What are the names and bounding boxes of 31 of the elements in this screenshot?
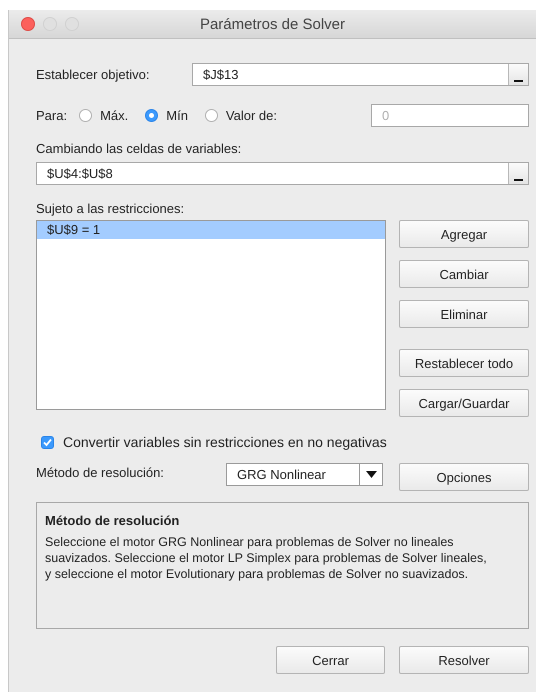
checkbox[interactable]: [41, 436, 54, 448]
radio-option[interactable]: Mín: [145, 108, 188, 123]
constraint-button[interactable]: Eliminar: [399, 300, 529, 328]
constraint-item[interactable]: $U$9 = 1: [37, 221, 385, 239]
dialog-button[interactable]: Resolver: [399, 646, 529, 674]
value-field[interactable]: 0: [371, 104, 529, 127]
constraint-button[interactable]: Restablecer todo: [399, 349, 529, 377]
window-title: Parámetros de Solver: [200, 16, 346, 32]
method-label: Método de resolución:: [36, 465, 165, 480]
dialog-button[interactable]: Cerrar: [276, 646, 385, 674]
options-button[interactable]: Opciones: [399, 463, 529, 491]
constraint-button[interactable]: Cambiar: [399, 260, 529, 288]
constraints-label: Sujeto a las restricciones:: [36, 201, 186, 216]
target-label: Para:: [36, 108, 68, 123]
checkbox-label: Convertir variables sin restricciones en no negativas: [63, 434, 387, 450]
method-dropdown[interactable]: GRG Nonlinear: [226, 463, 383, 486]
constraint-button[interactable]: Cargar/Guardar: [399, 389, 529, 417]
constraints-list[interactable]: $U$9 = 1: [36, 220, 386, 410]
collapse-dialog-button[interactable]: [508, 64, 528, 85]
constraint-button[interactable]: Agregar: [399, 220, 529, 248]
variables-label: Cambiando las celdas de variables:: [36, 141, 242, 156]
objective-field[interactable]: $J$13: [192, 63, 529, 86]
info-text: Seleccione el motor GRG Nonlinear para problemas de Solver no lineales suavizados. Seleccione el motor LP Simplex para problemas de Solver lineales, y seleccione el motor Evolutionary para problemas de Solver no suavizados.: [45, 534, 488, 582]
radio-option[interactable]: Valor de:: [204, 108, 277, 123]
close-button[interactable]: [21, 17, 35, 31]
objective-label: Establecer objetivo:: [36, 67, 150, 82]
variables-field[interactable]: $U$4:$U$8: [36, 162, 529, 185]
radio-option[interactable]: Máx.: [79, 108, 128, 123]
collapse-dialog-button[interactable]: [508, 163, 528, 184]
dropdown-arrow-icon: [366, 471, 376, 478]
info-title: Método de resolución: [45, 513, 180, 528]
